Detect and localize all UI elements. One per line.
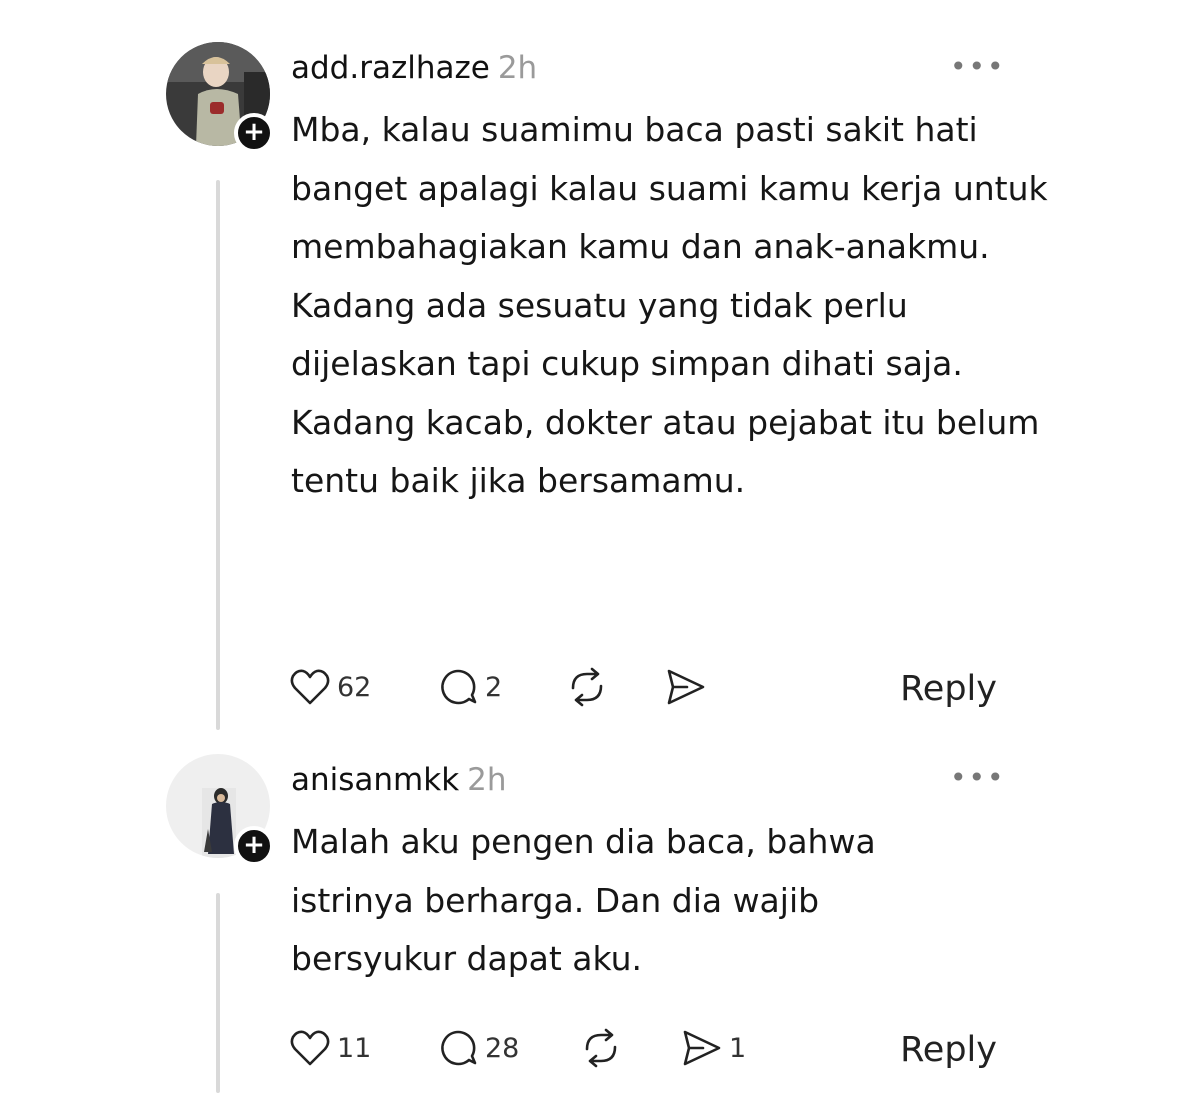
share-count: 1 (729, 1032, 747, 1064)
heart-icon (290, 669, 330, 705)
username[interactable]: add.razlhaze (291, 50, 490, 86)
reply-count: 2 (485, 671, 503, 703)
speech-bubble-icon (441, 669, 477, 705)
timestamp: 2h (467, 762, 507, 798)
thread-line (216, 180, 220, 730)
comment-paragraph: Kadang ada sesuatu yang tidak perlu dije… (291, 285, 963, 384)
timestamp: 2h (497, 50, 538, 86)
like-button[interactable]: 62 (289, 662, 371, 712)
thread-line (216, 893, 220, 1093)
comment-thread: + add.razlhaze 2h ••• Mba, kalau suamimu … (0, 0, 1199, 1111)
reply-button[interactable]: Reply (900, 664, 997, 714)
username[interactable]: anisanmkk (291, 762, 459, 798)
follow-button[interactable]: + (234, 826, 274, 866)
comment-paragraph: Malah aku pengen dia baca, bahwa istriny… (291, 822, 876, 978)
follow-button[interactable]: + (234, 113, 274, 153)
send-icon (683, 1030, 721, 1066)
comment-text: Mba, kalau suamimu baca pasti sakit hati… (291, 101, 1051, 511)
plus-icon: + (243, 830, 265, 860)
more-options-button[interactable]: ••• (950, 52, 1006, 82)
comment-actions: 11 28 1 Reply (289, 1023, 1009, 1073)
like-count: 62 (337, 671, 372, 703)
comment-actions: 62 2 Reply (289, 662, 1009, 712)
repost-icon (571, 667, 603, 707)
speech-bubble-icon (441, 1030, 477, 1066)
comment-header: anisanmkk 2h (291, 760, 507, 800)
comment-paragraph: Mba, kalau suamimu baca pasti sakit hati… (291, 110, 1048, 266)
share-button[interactable] (663, 662, 713, 712)
comment-header: add.razlhaze 2h (291, 48, 537, 88)
send-icon (667, 669, 705, 705)
repost-button[interactable] (565, 662, 615, 712)
more-options-button[interactable]: ••• (950, 763, 1006, 793)
comment-text: Malah aku pengen dia baca, bahwa istriny… (291, 813, 941, 989)
like-count: 11 (337, 1032, 372, 1064)
comment-button[interactable]: 2 (437, 662, 502, 712)
reply-button[interactable]: Reply (900, 1025, 997, 1075)
plus-icon: + (243, 117, 265, 147)
heart-icon (290, 1030, 330, 1066)
reply-count: 28 (485, 1032, 520, 1064)
repost-icon (585, 1028, 617, 1068)
share-button[interactable]: 1 (679, 1023, 746, 1073)
comment-paragraph: Kadang kacab, dokter atau pejabat itu be… (291, 402, 1040, 501)
like-button[interactable]: 11 (289, 1023, 371, 1073)
comment-button[interactable]: 28 (437, 1023, 519, 1073)
repost-button[interactable] (579, 1023, 629, 1073)
